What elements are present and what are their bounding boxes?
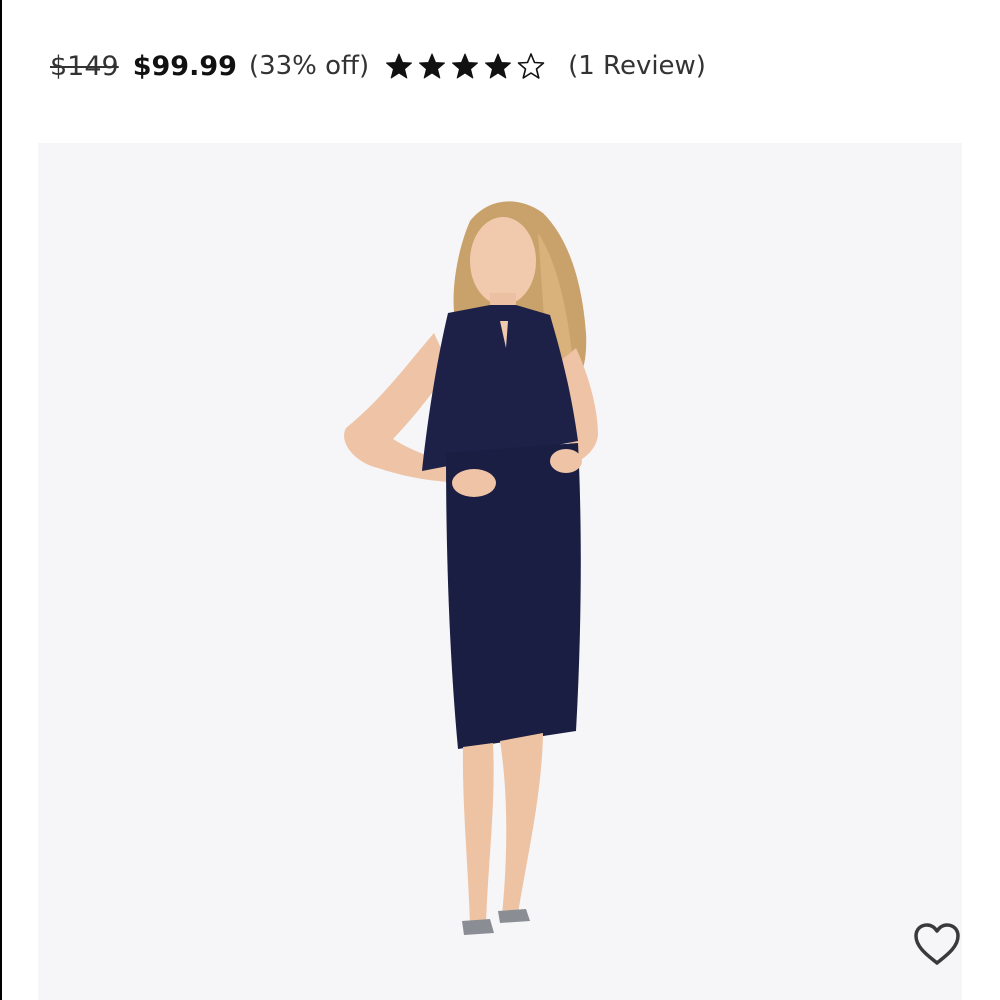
original-price: $149 [50, 50, 119, 82]
price-rating-row: $149 $99.99 (33% off) (1 Review) [50, 42, 706, 90]
star-filled-icon [386, 53, 413, 79]
wishlist-button[interactable] [912, 921, 962, 967]
left-border [0, 0, 2, 1000]
product-image[interactable] [38, 143, 962, 1000]
star-filled-icon [419, 53, 446, 79]
star-outline-icon [517, 53, 545, 79]
heart-outline-icon [914, 923, 960, 965]
rating-stars[interactable] [385, 52, 550, 80]
model-in-dress-image [344, 201, 598, 935]
star-filled-icon [485, 53, 512, 79]
reviews-link[interactable]: (1 Review) [568, 51, 706, 81]
discount-label: (33% off) [248, 51, 370, 81]
star-filled-icon [452, 53, 479, 79]
sale-price: $99.99 [132, 50, 237, 82]
